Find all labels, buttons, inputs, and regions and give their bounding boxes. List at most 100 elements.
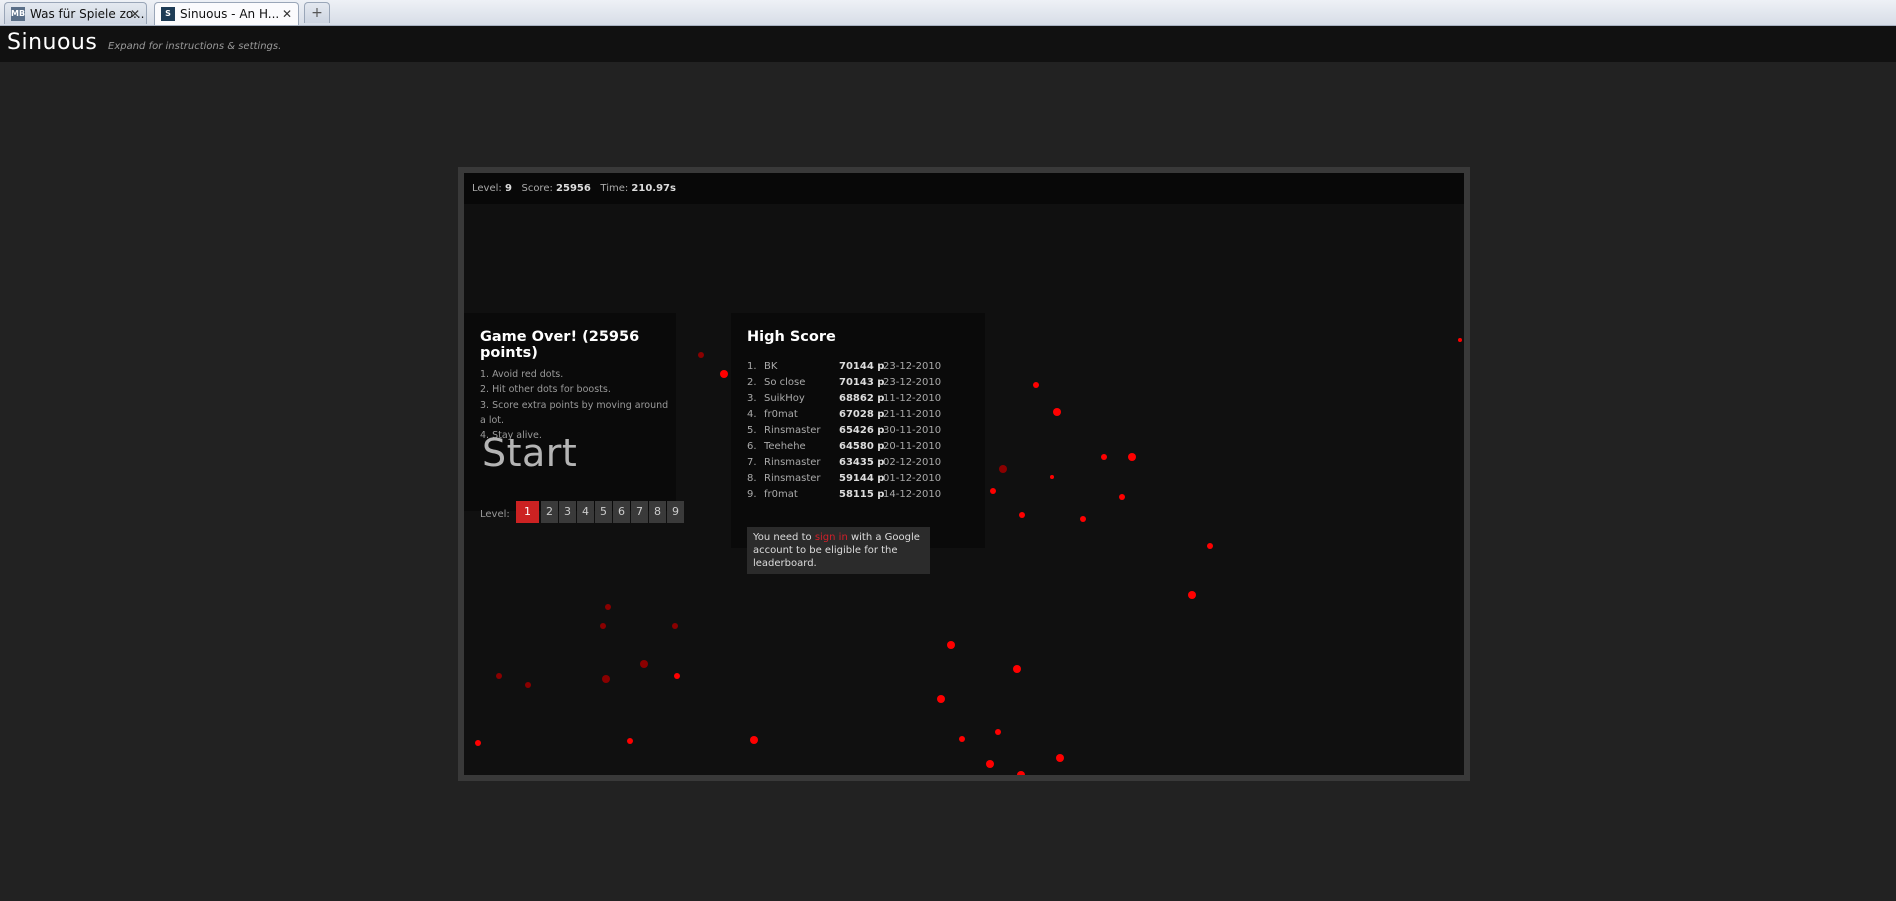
red-dot [525, 682, 531, 688]
new-tab-button[interactable]: + [304, 2, 330, 23]
date-cell: 23-12-2010 [883, 377, 942, 388]
rank-cell: 2. [747, 377, 757, 388]
red-dot [986, 760, 994, 768]
name-cell: Rinsmaster [764, 425, 821, 436]
signin-text-before: You need to [753, 532, 815, 543]
red-dot [947, 641, 955, 649]
points-cell: 65426 p [839, 425, 885, 436]
high-score-panel: High Score 1. BK 70144 p 23-12-2010 2. So clo… [731, 313, 985, 574]
rank-cell: 3. [747, 393, 757, 404]
red-dot [627, 738, 633, 744]
date-cell: 02-12-2010 [883, 457, 942, 468]
points-cell: 68862 p [839, 393, 885, 404]
date-cell: 01-12-2010 [883, 473, 942, 484]
rank-cell: 7. [747, 457, 757, 468]
date-cell: 30-11-2010 [883, 425, 942, 436]
red-dot [750, 736, 758, 744]
name-cell: So close [764, 377, 806, 388]
red-dot [720, 370, 728, 378]
red-dot [698, 352, 704, 358]
instruction-item: 1. Avoid red dots. [480, 369, 564, 380]
name-cell: BK [764, 361, 778, 372]
points-cell: 67028 p [839, 409, 885, 420]
red-dot [1188, 591, 1196, 599]
red-dot [1080, 516, 1086, 522]
game-canvas[interactable]: Level: 9 Score: 25956 Time: 210.97s Game… [464, 173, 1464, 775]
instruction-item: 2. Hit other dots for boosts. [480, 384, 611, 396]
name-cell: fr0mat [764, 409, 798, 420]
rank-cell: 1. [747, 361, 757, 372]
red-dot [959, 736, 965, 742]
tab-sinuous[interactable]: S Sinuous - An H... ✕ [154, 2, 299, 25]
level-button-5[interactable]: 5 [595, 501, 612, 523]
site-title: Sinuous [7, 30, 98, 55]
close-icon[interactable]: ✕ [130, 3, 140, 24]
points-cell: 59144 p [839, 473, 885, 484]
red-dot [674, 673, 680, 679]
level-button-6[interactable]: 6 [613, 501, 630, 523]
rank-cell: 9. [747, 489, 757, 500]
red-dot [1017, 771, 1025, 775]
date-cell: 11-12-2010 [883, 393, 942, 404]
instruction-item: 3. Score extra points by moving around a… [480, 399, 669, 426]
level-button-9[interactable]: 9 [667, 501, 684, 523]
browser-tab-strip: MB Was für Spiele zo... ✕ S Sinuous - An… [0, 0, 1896, 26]
red-dot [1013, 665, 1021, 673]
mb-favicon-icon: MB [11, 7, 25, 21]
red-dot [995, 729, 1001, 735]
game-over-panel: Game Over! (25956 points) 1. Avoid red d… [464, 313, 684, 523]
rank-cell: 4. [747, 409, 757, 420]
red-dot [1128, 453, 1136, 461]
points-cell: 70143 p [839, 377, 885, 388]
red-dot [990, 488, 996, 494]
rank-cell: 5. [747, 425, 757, 436]
red-dot [600, 623, 606, 629]
points-cell: 63435 p [839, 457, 885, 468]
red-dot [1033, 382, 1039, 388]
sinuous-favicon-icon: S [161, 7, 175, 21]
red-dot [1053, 408, 1061, 416]
points-cell: 70144 p [839, 361, 885, 372]
expand-instructions-link[interactable]: Expand for instructions & settings. [108, 41, 281, 52]
red-dot [1119, 494, 1125, 500]
level-button-8[interactable]: 8 [649, 501, 666, 523]
level-button-4[interactable]: 4 [577, 501, 594, 523]
close-icon[interactable]: ✕ [282, 3, 292, 25]
name-cell: Rinsmaster [764, 473, 821, 484]
rank-cell: 8. [747, 473, 757, 484]
red-dot [605, 604, 611, 610]
red-dot [1458, 338, 1462, 342]
level-button-7[interactable]: 7 [631, 501, 648, 523]
tab-title: Sinuous - An H... [180, 7, 280, 21]
name-cell: Teehehe [764, 441, 806, 452]
red-dot [1019, 512, 1025, 518]
game-over-title: Game Over! (25956 points) [480, 329, 640, 361]
red-dot [1056, 754, 1064, 762]
red-dot [640, 660, 648, 668]
name-cell: Rinsmaster [764, 457, 821, 468]
red-dot [937, 695, 945, 703]
name-cell: SuikHoy [764, 393, 805, 404]
signin-link[interactable]: sign in [815, 532, 848, 543]
level-button-1[interactable]: 1 [516, 501, 539, 523]
red-dot [999, 465, 1007, 473]
tab-was-fur-spiele[interactable]: MB Was für Spiele zo... ✕ [4, 2, 147, 24]
high-score-title: High Score [747, 329, 836, 345]
red-dot [1207, 543, 1213, 549]
level-select-label: Level: [480, 509, 510, 520]
signin-notice: You need to sign in with a Google accoun… [747, 527, 930, 574]
level-button-3[interactable]: 3 [559, 501, 576, 523]
start-button[interactable]: Start [482, 431, 577, 475]
red-dot [672, 623, 678, 629]
red-dot [602, 675, 610, 683]
level-button-2[interactable]: 2 [541, 501, 558, 523]
red-dot [496, 673, 502, 679]
red-dot [1050, 475, 1054, 479]
rank-cell: 6. [747, 441, 757, 452]
points-cell: 58115 p [839, 489, 885, 500]
tab-title: Was für Spiele zo... [30, 7, 145, 21]
date-cell: 23-12-2010 [883, 361, 942, 372]
points-cell: 64580 p [839, 441, 885, 452]
plus-icon: + [311, 5, 323, 21]
date-cell: 21-11-2010 [883, 409, 942, 420]
